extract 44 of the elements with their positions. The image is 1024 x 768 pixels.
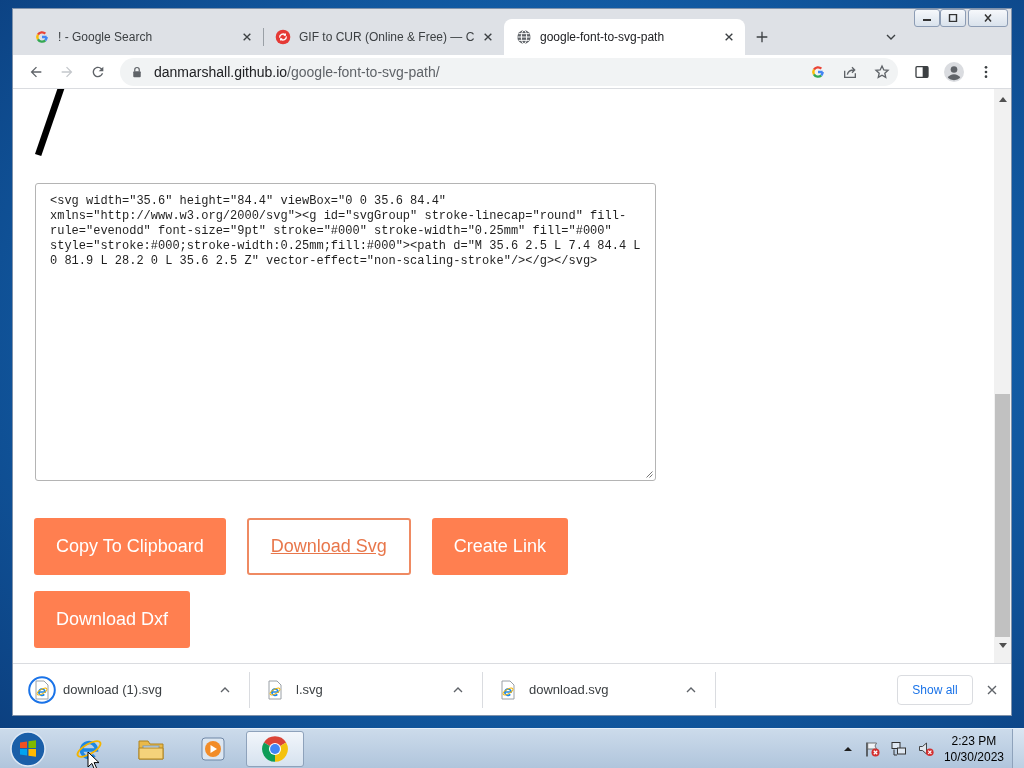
- close-window-button[interactable]: [968, 9, 1008, 27]
- file-icon[interactable]: [265, 679, 285, 700]
- chrome-logo-icon: [261, 734, 289, 763]
- plus-icon[interactable]: [754, 29, 770, 45]
- vertical-scrollbar[interactable]: [994, 89, 1011, 663]
- browser-tab[interactable]: ! - Google Search: [22, 19, 263, 55]
- flag-error-icon[interactable]: [863, 740, 880, 757]
- mouse-cursor-icon: [87, 751, 100, 768]
- side-panel-icon[interactable]: [914, 63, 930, 80]
- download-file-name[interactable]: l.svg: [296, 682, 323, 697]
- rendered-slash-glyph: [35, 89, 65, 156]
- google-g-icon[interactable]: [810, 63, 826, 80]
- svg-code-text: <svg width="35.6" height="84.4" viewBox="0 0 35.6 84.4" xmlns="http://www.w3.org/2000/svg"><g id="svgGroup" stroke-linecap="round" fill-rule="evenodd" font-size="9pt" stroke="#000" stroke-width="0.25mm" fill="#000" style="stroke:#000;stroke-width:0.25mm;fill:#000"><path d="M 35.6 2.5 L 7.4 84.4 L 0 81.9 L 28.2 0 L 35.6 2.5 Z" vector-effect="non-scaling-stroke"/></g></svg>: [50, 194, 642, 269]
- scrollbar-thumb[interactable]: [995, 394, 1010, 637]
- padlock-icon[interactable]: [131, 65, 143, 78]
- taskbar-button[interactable]: [246, 730, 304, 767]
- scroll-up-arrow-icon[interactable]: [998, 97, 1007, 102]
- minimize-button[interactable]: [914, 9, 940, 27]
- network-icon[interactable]: [890, 740, 907, 757]
- google-g-icon: [34, 29, 50, 45]
- file-icon[interactable]: [498, 679, 518, 700]
- globe-icon: [516, 29, 532, 45]
- download-file-name[interactable]: download.svg: [529, 682, 609, 697]
- close-icon: [983, 14, 993, 22]
- svg-output-field[interactable]: [35, 183, 656, 481]
- maximize-button[interactable]: [940, 9, 966, 27]
- address-bar[interactable]: danmarshall.github.io/google-font-to-svg-path/: [120, 57, 898, 86]
- clock-time[interactable]: 2:23 PM: [951, 732, 997, 749]
- show-all-button[interactable]: Show all: [897, 674, 973, 705]
- start-orb-icon[interactable]: [10, 730, 46, 767]
- star-icon[interactable]: [874, 63, 890, 80]
- download-file-name[interactable]: download (1).svg: [63, 682, 162, 697]
- maximize-icon: [948, 14, 958, 22]
- resize-grip-icon[interactable]: [645, 470, 653, 478]
- circular-arrows-icon: [275, 29, 291, 45]
- profile-avatar-icon[interactable]: [944, 61, 964, 82]
- browser-tab[interactable]: google-font-to-svg-path: [504, 19, 745, 55]
- browser-tab[interactable]: GIF to CUR (Online & Free) — C: [263, 19, 504, 55]
- clock-date[interactable]: 10/30/2023: [943, 748, 1004, 765]
- media-player-icon: [199, 734, 227, 763]
- speaker-muted-icon[interactable]: [917, 740, 934, 757]
- scroll-down-arrow-icon[interactable]: [998, 643, 1007, 648]
- caret-up-icon[interactable]: [843, 746, 852, 751]
- file-icon[interactable]: [28, 675, 56, 704]
